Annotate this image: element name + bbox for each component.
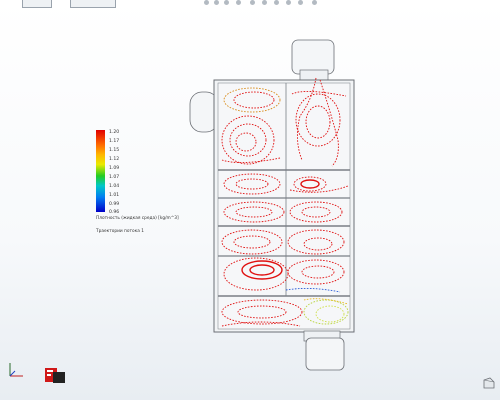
window-tab-right[interactable]	[70, 0, 116, 8]
section-view-icon[interactable]	[236, 0, 241, 5]
software-logo-icon	[45, 368, 65, 383]
heads-up-toolbar	[0, 0, 500, 10]
legend-parameter-label: Плотность (жидкая среда) [kg/m^3]	[96, 216, 179, 221]
legend-tick: 1.17	[109, 139, 120, 144]
model-body	[189, 39, 355, 371]
vessel-inner	[217, 82, 351, 330]
legend-tick: 1.01	[109, 193, 120, 198]
coordinate-triad	[9, 363, 23, 377]
legend-tick: 0.96	[109, 210, 120, 215]
scene-icon[interactable]	[298, 0, 303, 5]
top-outlet-pipe	[291, 39, 335, 75]
legend-color-bar	[96, 130, 105, 212]
hide-show-icon[interactable]	[274, 0, 279, 5]
legend-tick: 1.15	[109, 148, 120, 153]
zoom-to-fit-icon[interactable]	[204, 0, 209, 5]
window-tab-left[interactable]	[22, 0, 52, 8]
view-settings-icon[interactable]	[312, 0, 317, 5]
zoom-area-icon[interactable]	[214, 0, 219, 5]
legend-tick: 0.99	[109, 202, 120, 207]
graphics-viewport[interactable]	[0, 10, 500, 400]
legend-tick: 1.12	[109, 157, 120, 162]
view-cube-icon[interactable]	[482, 376, 496, 390]
previous-view-icon[interactable]	[224, 0, 229, 5]
legend-tick: 1.07	[109, 175, 120, 180]
legend-tick: 1.20	[109, 130, 120, 135]
edit-appearance-icon[interactable]	[286, 0, 291, 5]
display-style-icon[interactable]	[262, 0, 267, 5]
view-orientation-icon[interactable]	[250, 0, 255, 5]
trajectory-caption: Траектории потока 1	[96, 229, 144, 234]
color-legend[interactable]: 1.20 1.17 1.15 1.12 1.09 1.07 1.04 1.01 …	[96, 130, 186, 240]
bottom-outlet-pipe	[305, 337, 345, 371]
legend-tick: 1.04	[109, 184, 120, 189]
legend-tick: 1.09	[109, 166, 120, 171]
